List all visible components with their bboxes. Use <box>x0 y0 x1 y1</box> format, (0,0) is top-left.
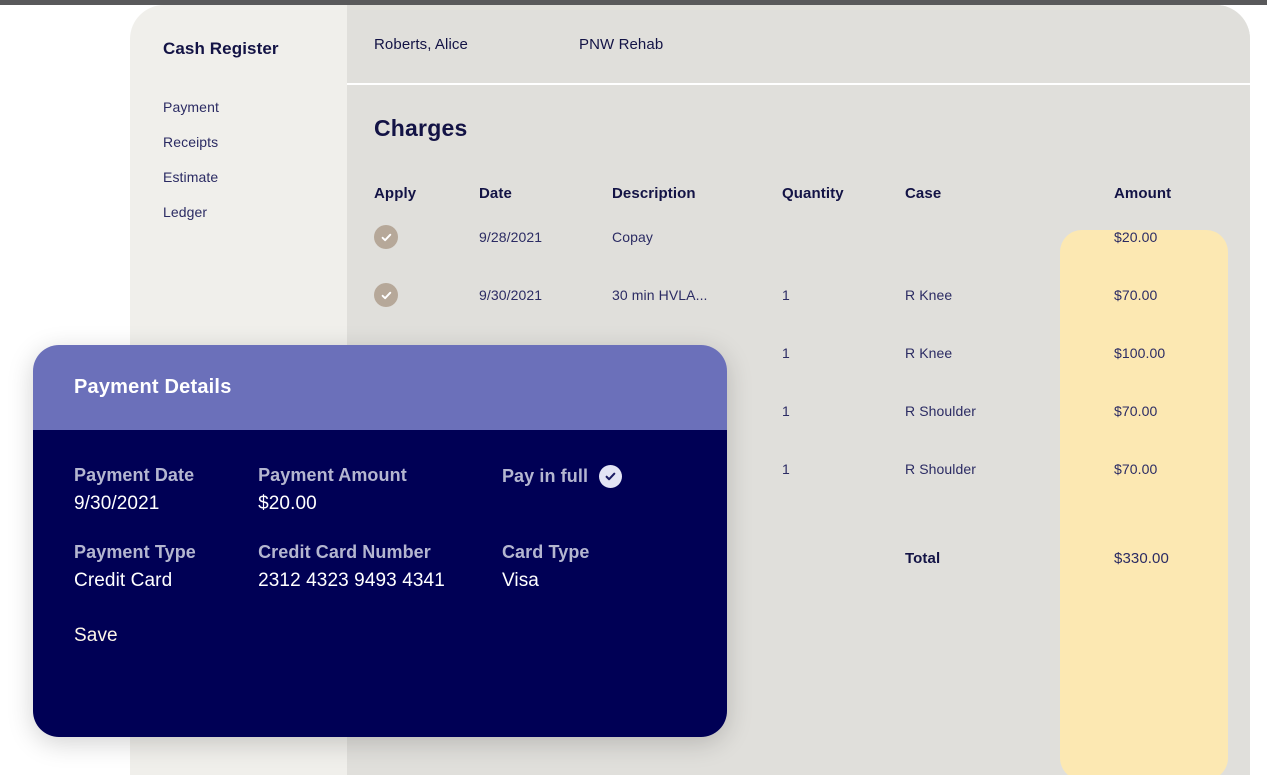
column-header-apply[interactable]: Apply <box>374 178 479 208</box>
cell-case: R Shoulder <box>905 440 1082 498</box>
payment-amount-field: Payment Amount $20.00 <box>258 465 502 515</box>
modal-title: Payment Details <box>74 376 232 399</box>
payment-details-modal: Payment Details Payment Date 9/30/2021 P… <box>33 345 727 737</box>
table-header-row: Apply Date Description Quantity Case Amo… <box>374 178 1250 208</box>
cell-description: 30 min HVLA... <box>612 266 782 324</box>
modal-header: Payment Details <box>33 345 727 430</box>
cell-apply[interactable] <box>374 266 479 324</box>
sidebar-item-estimate[interactable]: Estimate <box>163 160 347 195</box>
cell-amount: $70.00 <box>1082 382 1250 440</box>
cell-case: R Shoulder <box>905 382 1082 440</box>
credit-card-number-label: Credit Card Number <box>258 542 502 563</box>
cell-date: 9/28/2021 <box>479 208 612 266</box>
apply-checkbox-checked-icon[interactable] <box>374 225 398 249</box>
pay-in-full-field: Pay in full <box>502 465 686 515</box>
cell-amount: $70.00 <box>1082 266 1250 324</box>
cell-empty <box>782 498 905 618</box>
total-label: Total <box>905 550 940 567</box>
clinic-name: PNW Rehab <box>579 36 663 53</box>
cell-date: 9/30/2021 <box>479 266 612 324</box>
cell-quantity: 1 <box>782 440 905 498</box>
credit-card-number-value[interactable]: 2312 4323 9493 4341 <box>258 570 502 592</box>
payment-type-field: Payment Type Credit Card <box>74 542 258 592</box>
cell-amount: $20.00 <box>1082 208 1250 266</box>
cell-quantity <box>782 208 905 266</box>
table-row[interactable]: 9/28/2021Copay $20.00 <box>374 208 1250 266</box>
pay-in-full-label: Pay in full <box>502 466 588 487</box>
column-header-date[interactable]: Date <box>479 178 612 208</box>
save-button[interactable]: Save <box>74 625 118 647</box>
cell-amount: $70.00 <box>1082 440 1250 498</box>
payment-date-label: Payment Date <box>74 465 258 486</box>
modal-field-row-1: Payment Date 9/30/2021 Payment Amount $2… <box>74 465 686 515</box>
payment-type-label: Payment Type <box>74 542 258 563</box>
sidebar-title: Cash Register <box>163 39 347 59</box>
cell-case <box>905 208 1082 266</box>
charges-table-head: Apply Date Description Quantity Case Amo… <box>374 178 1250 208</box>
cell-apply[interactable] <box>374 208 479 266</box>
modal-field-row-2: Payment Type Credit Card Credit Card Num… <box>74 542 686 592</box>
column-header-quantity[interactable]: Quantity <box>782 178 905 208</box>
pay-in-full-wrap: Pay in full <box>502 465 686 488</box>
payment-amount-value[interactable]: $20.00 <box>258 493 502 515</box>
pay-in-full-checkbox-checked-icon[interactable] <box>599 465 622 488</box>
patient-name: Roberts, Alice <box>374 36 579 53</box>
payment-date-field: Payment Date 9/30/2021 <box>74 465 258 515</box>
sidebar-nav: Payment Receipts Estimate Ledger <box>163 90 347 230</box>
modal-body: Payment Date 9/30/2021 Payment Amount $2… <box>33 430 727 737</box>
cell-description: Copay <box>612 208 782 266</box>
payment-amount-label: Payment Amount <box>258 465 502 486</box>
card-type-field: Card Type Visa <box>502 542 686 592</box>
credit-card-number-field: Credit Card Number 2312 4323 9493 4341 <box>258 542 502 592</box>
total-amount: $330.00 <box>1114 550 1169 567</box>
apply-checkbox-checked-icon[interactable] <box>374 283 398 307</box>
page-title: Charges <box>374 115 1250 142</box>
patient-header: Roberts, Alice PNW Rehab <box>347 5 1250 85</box>
cell-case: R Knee <box>905 324 1082 382</box>
payment-type-value[interactable]: Credit Card <box>74 570 258 592</box>
sidebar-item-ledger[interactable]: Ledger <box>163 195 347 230</box>
sidebar-item-receipts[interactable]: Receipts <box>163 125 347 160</box>
payment-date-value[interactable]: 9/30/2021 <box>74 493 258 515</box>
cell-quantity: 1 <box>782 382 905 440</box>
cell-amount: $100.00 <box>1082 324 1250 382</box>
cell-quantity: 1 <box>782 324 905 382</box>
card-type-value[interactable]: Visa <box>502 570 686 592</box>
cell-quantity: 1 <box>782 266 905 324</box>
cell-case: R Knee <box>905 266 1082 324</box>
sidebar-item-payment[interactable]: Payment <box>163 90 347 125</box>
column-header-case[interactable]: Case <box>905 178 1082 208</box>
card-type-label: Card Type <box>502 542 686 563</box>
table-row[interactable]: 9/30/202130 min HVLA...1R Knee$70.00 <box>374 266 1250 324</box>
column-header-description[interactable]: Description <box>612 178 782 208</box>
column-header-amount[interactable]: Amount <box>1082 178 1250 208</box>
